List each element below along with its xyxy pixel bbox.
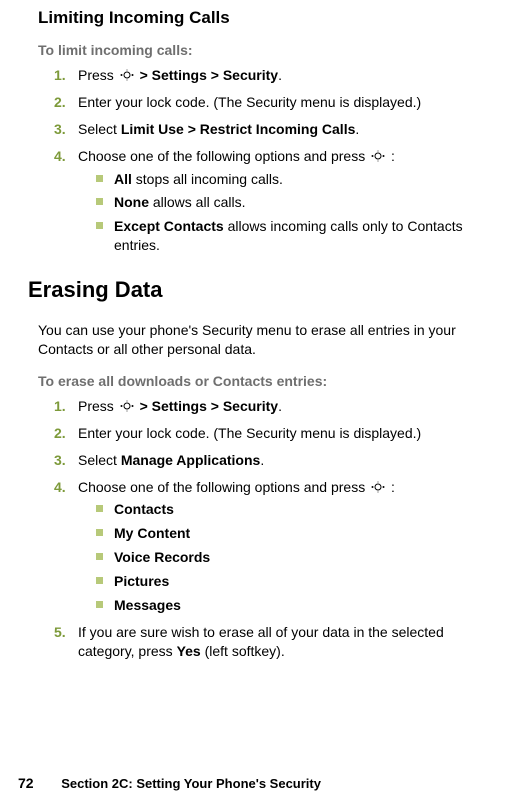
menu-path: > Settings > Security bbox=[140, 67, 279, 83]
nav-key-icon bbox=[371, 479, 385, 491]
suffix: : bbox=[387, 148, 395, 164]
suffix: . bbox=[355, 121, 359, 137]
bullet-all: All stops all incoming calls. bbox=[96, 170, 478, 189]
bullet-label: Pictures bbox=[114, 573, 169, 589]
step-text: Choose one of the following options and … bbox=[78, 148, 369, 164]
menu-path: > Settings > Security bbox=[140, 398, 279, 414]
bullet-contacts: Contacts bbox=[96, 500, 478, 519]
step-text: Enter your lock code. (The Security menu… bbox=[78, 425, 421, 441]
softkey-yes: Yes bbox=[177, 643, 201, 659]
bullet-rest: stops all incoming calls. bbox=[132, 171, 283, 187]
intro-b: You can use your phone's Security menu t… bbox=[38, 321, 478, 359]
step-b2: 2. Enter your lock code. (The Security m… bbox=[54, 424, 478, 443]
subhead-a: To limit incoming calls: bbox=[38, 42, 478, 58]
bullet-label: Except Contacts bbox=[114, 218, 224, 234]
page-number: 72 bbox=[18, 775, 34, 791]
step-b1: 1. Press > Settings > Security. bbox=[54, 397, 478, 416]
bullet-label: Contacts bbox=[114, 501, 174, 517]
step-text: Press bbox=[78, 398, 118, 414]
step-a1: 1. Press > Settings > Security. bbox=[54, 66, 478, 85]
steps-a: 1. Press > Settings > Security. 2. Enter… bbox=[54, 66, 478, 255]
step-b5: 5. If you are sure wish to erase all of … bbox=[54, 623, 478, 661]
bullets-b: Contacts My Content Voice Records Pictur… bbox=[96, 500, 478, 614]
heading-limiting: Limiting Incoming Calls bbox=[38, 8, 478, 28]
step-b3: 3. Select Manage Applications. bbox=[54, 451, 478, 470]
heading-erasing: Erasing Data bbox=[28, 277, 478, 303]
step-num: 1. bbox=[54, 397, 66, 416]
step-num: 4. bbox=[54, 147, 66, 166]
bullet-label: All bbox=[114, 171, 132, 187]
step-num: 4. bbox=[54, 478, 66, 497]
nav-key-icon bbox=[120, 398, 134, 410]
nav-key-icon bbox=[371, 148, 385, 160]
step-num: 5. bbox=[54, 623, 66, 642]
bullet-pictures: Pictures bbox=[96, 572, 478, 591]
steps-b: 1. Press > Settings > Security. 2. Enter… bbox=[54, 397, 478, 661]
step-num: 3. bbox=[54, 120, 66, 139]
chapter-title: Section 2C: Setting Your Phone's Securit… bbox=[61, 776, 321, 791]
subhead-b: To erase all downloads or Contacts entri… bbox=[38, 373, 478, 389]
step-b4: 4. Choose one of the following options a… bbox=[54, 478, 478, 615]
step-pre: Select bbox=[78, 121, 121, 137]
bullet-label: Voice Records bbox=[114, 549, 210, 565]
bullet-voice-records: Voice Records bbox=[96, 548, 478, 567]
bullet-label: None bbox=[114, 194, 149, 210]
bullet-rest: allows all calls. bbox=[149, 194, 245, 210]
bullet-except-contacts: Except Contacts allows incoming calls on… bbox=[96, 217, 478, 255]
menu-path: Manage Applications bbox=[121, 452, 261, 468]
suffix: . bbox=[278, 398, 282, 414]
suffix: . bbox=[278, 67, 282, 83]
step-pre: Select bbox=[78, 452, 121, 468]
step-num: 1. bbox=[54, 66, 66, 85]
bullet-none: None allows all calls. bbox=[96, 193, 478, 212]
suffix: . bbox=[260, 452, 264, 468]
suffix: : bbox=[387, 479, 395, 495]
step-rest: (left softkey). bbox=[201, 643, 285, 659]
bullet-label: My Content bbox=[114, 525, 190, 541]
bullet-label: Messages bbox=[114, 597, 181, 613]
step-num: 2. bbox=[54, 93, 66, 112]
step-text: Enter your lock code. (The Security menu… bbox=[78, 94, 421, 110]
step-text: Choose one of the following options and … bbox=[78, 479, 369, 495]
menu-path: Limit Use > Restrict Incoming Calls bbox=[121, 121, 356, 137]
step-num: 3. bbox=[54, 451, 66, 470]
bullet-my-content: My Content bbox=[96, 524, 478, 543]
step-text: Press bbox=[78, 67, 118, 83]
bullets-a: All stops all incoming calls. None allow… bbox=[96, 170, 478, 256]
step-num: 2. bbox=[54, 424, 66, 443]
bullet-messages: Messages bbox=[96, 596, 478, 615]
nav-key-icon bbox=[120, 67, 134, 79]
page-body: Limiting Incoming Calls To limit incomin… bbox=[0, 0, 506, 661]
step-a4: 4. Choose one of the following options a… bbox=[54, 147, 478, 255]
page-footer: 72 Section 2C: Setting Your Phone's Secu… bbox=[18, 775, 506, 791]
step-a3: 3. Select Limit Use > Restrict Incoming … bbox=[54, 120, 478, 139]
step-a2: 2. Enter your lock code. (The Security m… bbox=[54, 93, 478, 112]
